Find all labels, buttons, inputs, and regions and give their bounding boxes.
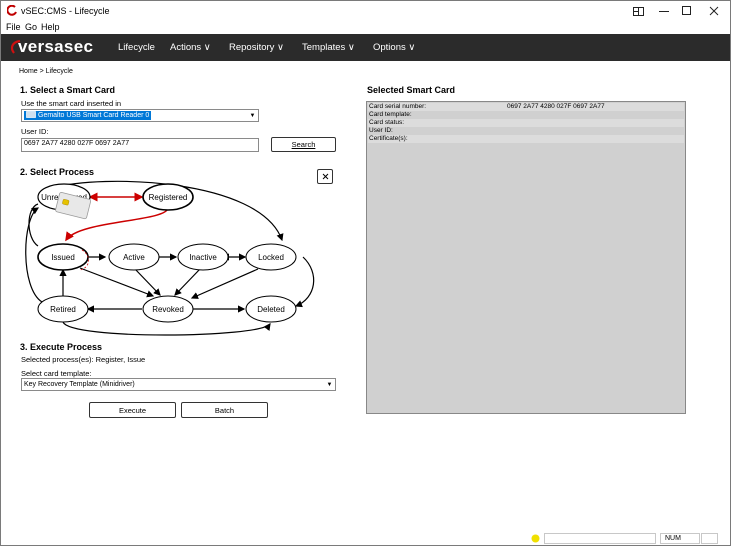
batch-button-label: Batch — [214, 405, 235, 415]
state-retired-label: Retired — [50, 305, 76, 314]
card-row-label: Card template: — [369, 111, 412, 118]
lifecycle-diagram: Unregistered Registered Issued Active In… — [25, 180, 315, 336]
batch-button[interactable]: Batch — [181, 402, 268, 418]
step3-heading: 3. Execute Process — [20, 342, 103, 352]
state-issued-label: Issued — [51, 253, 75, 262]
selected-card-panel: Card serial number: 0697 2A77 4280 027F … — [366, 101, 686, 414]
selected-card-heading: Selected Smart Card — [367, 85, 456, 95]
status-cell-empty — [701, 533, 718, 544]
reader-icon-value: Gemalto USB Smart Card Reader 0 — [24, 111, 152, 120]
status-bar: NUM — [1, 532, 730, 545]
template-value: Key Recovery Template (Minidriver) — [24, 381, 135, 388]
edge-inactive-revoked — [174, 268, 201, 296]
brand-logo: versasec — [18, 37, 94, 56]
minimize-icon — [659, 11, 669, 12]
close-window-button[interactable] — [703, 3, 725, 19]
close-icon — [709, 6, 719, 16]
reader-value: Gemalto USB Smart Card Reader 0 — [38, 112, 150, 119]
step1-heading: 1. Select a Smart Card — [20, 85, 116, 95]
userid-label: User ID: — [21, 127, 49, 136]
snap-layout-button[interactable] — [627, 3, 649, 19]
nav-options[interactable]: Options ∨ — [373, 42, 415, 53]
edge-issued-revoked — [79, 267, 155, 298]
nav-repository[interactable]: Repository ∨ — [229, 42, 284, 53]
title-bar: vSEC:CMS - Lifecycle — [1, 1, 730, 21]
card-row-label: Card serial number: — [369, 103, 427, 110]
card-row-label: User ID: — [369, 127, 393, 134]
main-navbar: versasec Lifecycle Actions ∨ Repository … — [1, 34, 730, 61]
userid-input[interactable]: 0697 2A77 4280 027F 0697 2A77 — [21, 138, 259, 152]
state-locked-label: Locked — [258, 253, 284, 262]
card-reader-icon — [26, 111, 36, 118]
card-row-label: Card status: — [369, 119, 405, 126]
window-title: vSEC:CMS - Lifecycle — [21, 6, 110, 16]
minimize-button[interactable] — [653, 3, 675, 19]
breadcrumb: Home > Lifecycle — [19, 68, 73, 75]
card-row-certificates: Certificate(s): — [368, 135, 684, 143]
search-button[interactable]: Search — [271, 137, 336, 152]
state-revoked-label: Revoked — [152, 305, 184, 314]
chevron-down-icon[interactable]: ▼ — [325, 380, 334, 389]
nav-actions[interactable]: Actions ∨ — [170, 42, 211, 53]
nav-lifecycle[interactable]: Lifecycle — [118, 42, 155, 53]
maximize-button[interactable] — [676, 3, 698, 19]
selected-processes: Selected process(es): Register, Issue — [21, 355, 146, 364]
state-registered-label: Registered — [149, 193, 188, 202]
edge-locked-revoked — [190, 268, 259, 299]
state-inactive-label: Inactive — [189, 253, 217, 262]
state-active-label: Active — [123, 253, 145, 262]
state-deleted-label: Deleted — [257, 305, 285, 314]
menu-bar: File Go Help — [1, 21, 730, 34]
reader-label: Use the smart card inserted in — [21, 99, 122, 108]
edge-locked-deleted — [294, 256, 315, 308]
status-num: NUM — [660, 533, 700, 544]
menu-help[interactable]: Help — [41, 22, 60, 32]
card-row-serial: Card serial number: 0697 2A77 4280 027F … — [368, 103, 684, 111]
edge-issued-unreg — [28, 203, 39, 247]
app-icon — [7, 5, 17, 16]
maximize-icon — [682, 6, 691, 15]
status-cell-progress — [544, 533, 656, 544]
menu-go[interactable]: Go — [25, 22, 37, 32]
card-row-template: Card template: — [368, 111, 684, 119]
chevron-down-icon[interactable]: ▼ — [248, 111, 257, 120]
reader-select[interactable]: Gemalto USB Smart Card Reader 0 ▼ — [21, 109, 259, 122]
menu-file[interactable]: File — [6, 22, 21, 32]
card-row-userid: User ID: — [368, 127, 684, 135]
template-select[interactable]: Key Recovery Template (Minidriver) ▼ — [21, 378, 336, 391]
search-button-label: Search — [291, 140, 316, 149]
step2-heading: 2. Select Process — [20, 167, 95, 177]
nav-templates[interactable]: Templates ∨ — [302, 42, 355, 53]
edge-retired-deleted — [62, 321, 271, 336]
snap-layout-icon — [632, 6, 644, 16]
execute-button-label: Execute — [118, 405, 147, 415]
execute-button[interactable]: Execute — [89, 402, 176, 418]
card-row-value: 0697 2A77 4280 027F 0697 2A77 — [507, 103, 605, 110]
card-row-label: Certificate(s): — [369, 135, 408, 142]
status-indicator-icon — [531, 534, 540, 543]
template-label: Select card template: — [21, 369, 92, 378]
card-row-status: Card status: — [368, 119, 684, 127]
